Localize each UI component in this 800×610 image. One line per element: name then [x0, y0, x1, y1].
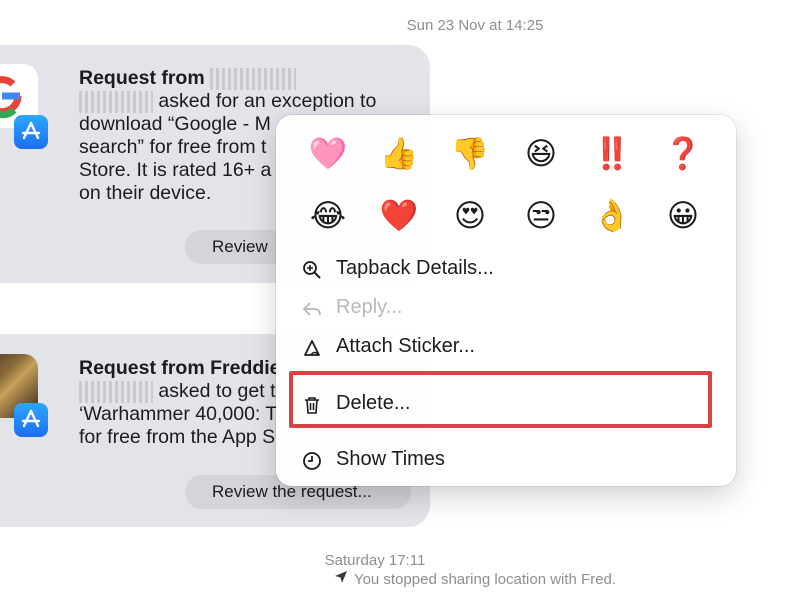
app-store-badge-icon — [14, 403, 48, 437]
delete-highlight-box — [289, 371, 712, 428]
message-line: for free from the App S — [79, 426, 276, 448]
unamused-tapback[interactable]: 😒 — [519, 194, 563, 238]
message-line: asked to get t — [158, 380, 276, 402]
red-heart-tapback[interactable]: ❤️ — [377, 194, 421, 238]
location-sharing-note: You stopped sharing location with Fred. — [0, 570, 800, 588]
menu-item-reply[interactable]: Reply... — [302, 291, 712, 323]
redacted-name — [210, 67, 297, 90]
thumbs-down-tapback[interactable]: 👎 — [448, 132, 492, 176]
tears-of-joy-tapback[interactable]: 😂 — [306, 194, 350, 238]
thumbs-up-tapback[interactable]: 👍 — [377, 132, 421, 176]
tapback-row-2: 😂 ❤️ 😍 😒 👌 😀 — [276, 194, 736, 238]
message-text-2: Request from Freddie asked to get t ‘War… — [79, 357, 281, 449]
question-mark-tapback[interactable]: ❓ — [661, 132, 705, 176]
menu-label: Attach Sticker... — [336, 335, 475, 357]
menu-label: Show Times — [336, 448, 445, 470]
menu-item-attach-sticker[interactable]: Attach Sticker... — [302, 330, 712, 362]
ok-hand-tapback[interactable]: 👌 — [590, 194, 634, 238]
redacted-name — [79, 90, 153, 113]
timestamp-bottom: Saturday 17:11 — [324, 552, 426, 569]
message-title: Request from Freddie — [79, 357, 281, 379]
menu-label: Tapback Details... — [336, 257, 494, 279]
menu-item-show-times[interactable]: Show Times — [302, 443, 712, 475]
clock-icon — [302, 449, 322, 470]
redacted-name — [79, 380, 153, 403]
menu-label: Reply... — [336, 296, 403, 318]
sticker-icon — [302, 336, 322, 356]
pink-heart-tapback[interactable]: 🩷 — [306, 132, 350, 176]
reply-arrow-icon — [302, 297, 322, 317]
context-menu: 🩷 👍 👎 😆 ‼️ ❓ 😂 ❤️ 😍 😒 👌 😀 Tapback Detail… — [276, 115, 736, 486]
smile-tapback[interactable]: 😀 — [661, 194, 705, 238]
menu-item-tapback-details[interactable]: Tapback Details... — [302, 252, 712, 284]
message-line: asked for an exception to — [158, 90, 377, 112]
haha-tapback[interactable]: 😆 — [519, 132, 563, 176]
heart-eyes-tapback[interactable]: 😍 — [448, 194, 492, 238]
zoom-in-icon — [302, 258, 322, 279]
message-title: Request from — [79, 67, 205, 89]
tapback-row-1: 🩷 👍 👎 😆 ‼️ ❓ — [276, 132, 736, 176]
location-arrow-icon — [334, 570, 348, 588]
timestamp-top: Sun 23 Nov at 14:25 — [406, 17, 544, 34]
location-note-text: You stopped sharing location with Fred. — [353, 571, 617, 588]
message-line: ‘Warhammer 40,000: T — [79, 403, 278, 425]
app-store-badge-icon — [14, 115, 48, 149]
exclamation-tapback[interactable]: ‼️ — [590, 132, 634, 176]
